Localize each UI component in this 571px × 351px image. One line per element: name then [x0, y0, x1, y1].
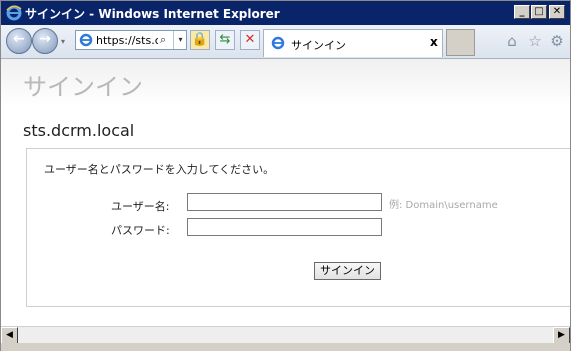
page-content: サインイン sts.dcrm.local ユーザー名とパスワードを入力してくださ… [1, 59, 570, 326]
instruction-text: ユーザー名とパスワードを入力してください。 [44, 163, 275, 176]
scroll-left-icon[interactable]: ◀ [1, 327, 18, 344]
signin-button[interactable]: サインイン [314, 262, 381, 280]
close-window-button[interactable]: ✕ [549, 5, 565, 19]
title-bar[interactable]: サインイン - Windows Internet Explorer _ □ ✕ [1, 1, 570, 25]
window-title: サインイン - Windows Internet Explorer [25, 7, 280, 21]
address-url[interactable]: https://sts.c [96, 34, 158, 47]
tab-close-icon[interactable]: x [430, 35, 438, 49]
ie-tab-icon [271, 36, 285, 50]
password-input[interactable] [187, 218, 382, 236]
back-button[interactable]: ← [6, 28, 32, 54]
minimize-button[interactable]: _ [514, 5, 530, 19]
forward-button[interactable]: → [32, 28, 58, 54]
browser-toolbar: ← → ▾ https://sts.c ⌕ ▾ 🔒 ⇆ ✕ サインイン x ⌂ … [1, 25, 570, 59]
lock-icon[interactable]: 🔒 [190, 30, 210, 50]
refresh-icon[interactable]: ⇆ [215, 30, 235, 50]
ie-icon [6, 5, 22, 21]
scroll-right-icon[interactable]: ▶ [553, 327, 570, 344]
search-icon[interactable]: ⌕ [160, 33, 166, 47]
signin-panel: ユーザー名とパスワードを入力してください。 ユーザー名: 例: Domain\u… [26, 148, 570, 307]
tab-signin[interactable]: サインイン x [263, 29, 443, 57]
maximize-button[interactable]: □ [531, 5, 547, 19]
tools-gear-icon[interactable]: ⚙ [548, 32, 566, 50]
browser-window: サインイン - Windows Internet Explorer _ □ ✕ … [0, 0, 571, 351]
site-name: sts.dcrm.local [23, 121, 135, 140]
password-label: パスワード: [111, 224, 170, 237]
stop-icon[interactable]: ✕ [240, 30, 260, 50]
back-arrow-icon: ← [13, 31, 25, 47]
forward-arrow-icon: → [39, 31, 51, 47]
home-icon[interactable]: ⌂ [503, 32, 521, 50]
status-bar [1, 343, 570, 351]
recent-pages-chevron-icon[interactable]: ▾ [61, 37, 65, 46]
address-bar[interactable]: https://sts.c ⌕ ▾ [75, 30, 187, 50]
horizontal-scrollbar[interactable]: ◀ ▶ [1, 326, 570, 344]
tab-label: サインイン [291, 39, 346, 52]
username-label: ユーザー名: [111, 200, 170, 213]
page-title: サインイン [23, 73, 143, 101]
address-dropdown-icon[interactable]: ▾ [173, 31, 187, 49]
new-tab-button[interactable] [446, 29, 475, 56]
ie-page-icon [79, 33, 93, 47]
username-input[interactable] [187, 193, 382, 211]
favorites-star-icon[interactable]: ☆ [526, 32, 544, 50]
username-example-hint: 例: Domain\username [389, 200, 498, 211]
